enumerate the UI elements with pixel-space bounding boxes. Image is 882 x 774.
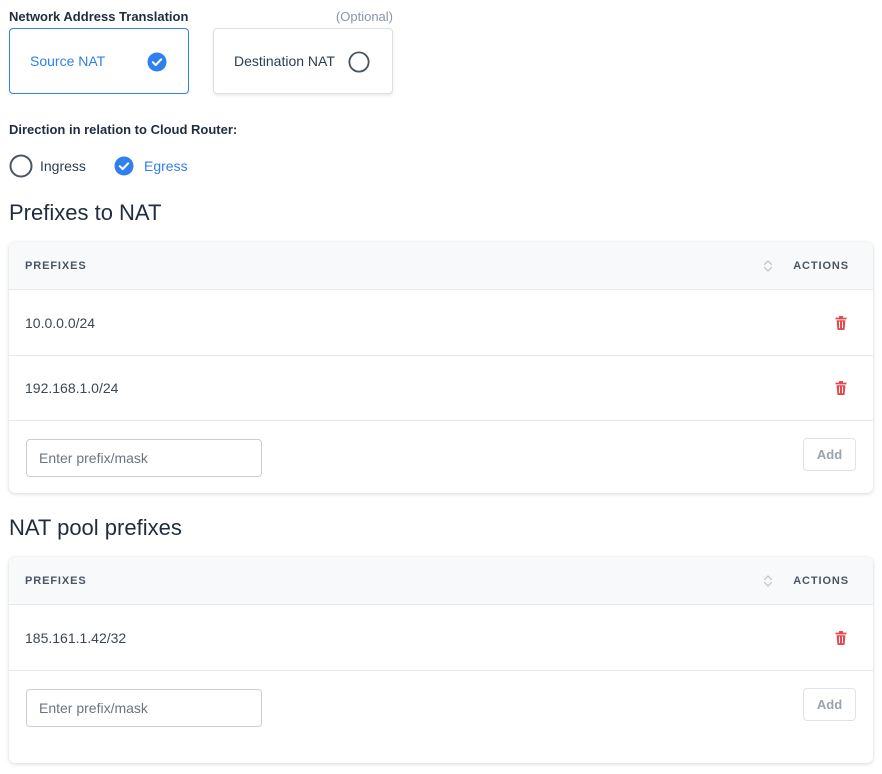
nat-pool-prefixes-table: PREFIXES ACTIONS 185.161.1.42/32 Add [9, 557, 873, 763]
prefix-mask-input[interactable] [26, 439, 262, 477]
check-circle-icon [147, 52, 167, 72]
prefixes-to-nat-table: PREFIXES ACTIONS 10.0.0.0/24 192.168.1.0… [9, 242, 873, 493]
add-prefix-row: Add [9, 421, 873, 493]
column-header-actions: ACTIONS [793, 575, 849, 587]
source-nat-option[interactable]: Source NAT [9, 28, 189, 94]
direction-label: Direction in relation to Cloud Router: [9, 122, 238, 137]
column-header-prefixes: PREFIXES [25, 260, 87, 272]
prefix-mask-input[interactable] [26, 689, 262, 727]
trash-icon[interactable] [835, 381, 847, 395]
destination-nat-option[interactable]: Destination NAT [213, 28, 393, 94]
trash-icon[interactable] [835, 631, 847, 645]
radio-unchecked-icon [9, 154, 33, 178]
nat-title: Network Address Translation [9, 9, 189, 24]
source-nat-label: Source NAT [30, 53, 106, 69]
egress-label: Egress [144, 158, 188, 174]
column-header-actions: ACTIONS [793, 260, 849, 272]
check-circle-icon [114, 156, 134, 176]
destination-nat-label: Destination NAT [234, 53, 335, 69]
add-prefix-button[interactable]: Add [803, 438, 856, 471]
table-row: 10.0.0.0/24 [9, 291, 873, 356]
nat-pool-prefixes-title: NAT pool prefixes [9, 515, 182, 540]
prefix-cell: 185.161.1.42/32 [25, 630, 127, 646]
trash-icon[interactable] [835, 316, 847, 330]
prefixes-to-nat-title: Prefixes to NAT [9, 200, 162, 225]
table-header: PREFIXES ACTIONS [9, 557, 873, 605]
prefix-cell: 10.0.0.0/24 [25, 315, 96, 331]
add-prefix-row: Add [9, 671, 873, 743]
nat-section-header: Network Address Translation (Optional) [9, 9, 393, 27]
ingress-label: Ingress [40, 158, 86, 174]
table-row: 185.161.1.42/32 [9, 606, 873, 671]
table-row: 192.168.1.0/24 [9, 356, 873, 421]
table-header: PREFIXES ACTIONS [9, 242, 873, 290]
add-prefix-button[interactable]: Add [803, 688, 856, 721]
prefix-cell: 192.168.1.0/24 [25, 380, 119, 396]
optional-label: (Optional) [335, 9, 393, 24]
empty-circle-icon [348, 51, 370, 73]
column-header-prefixes: PREFIXES [25, 575, 87, 587]
sort-icon[interactable] [762, 573, 774, 589]
sort-icon[interactable] [762, 258, 774, 274]
